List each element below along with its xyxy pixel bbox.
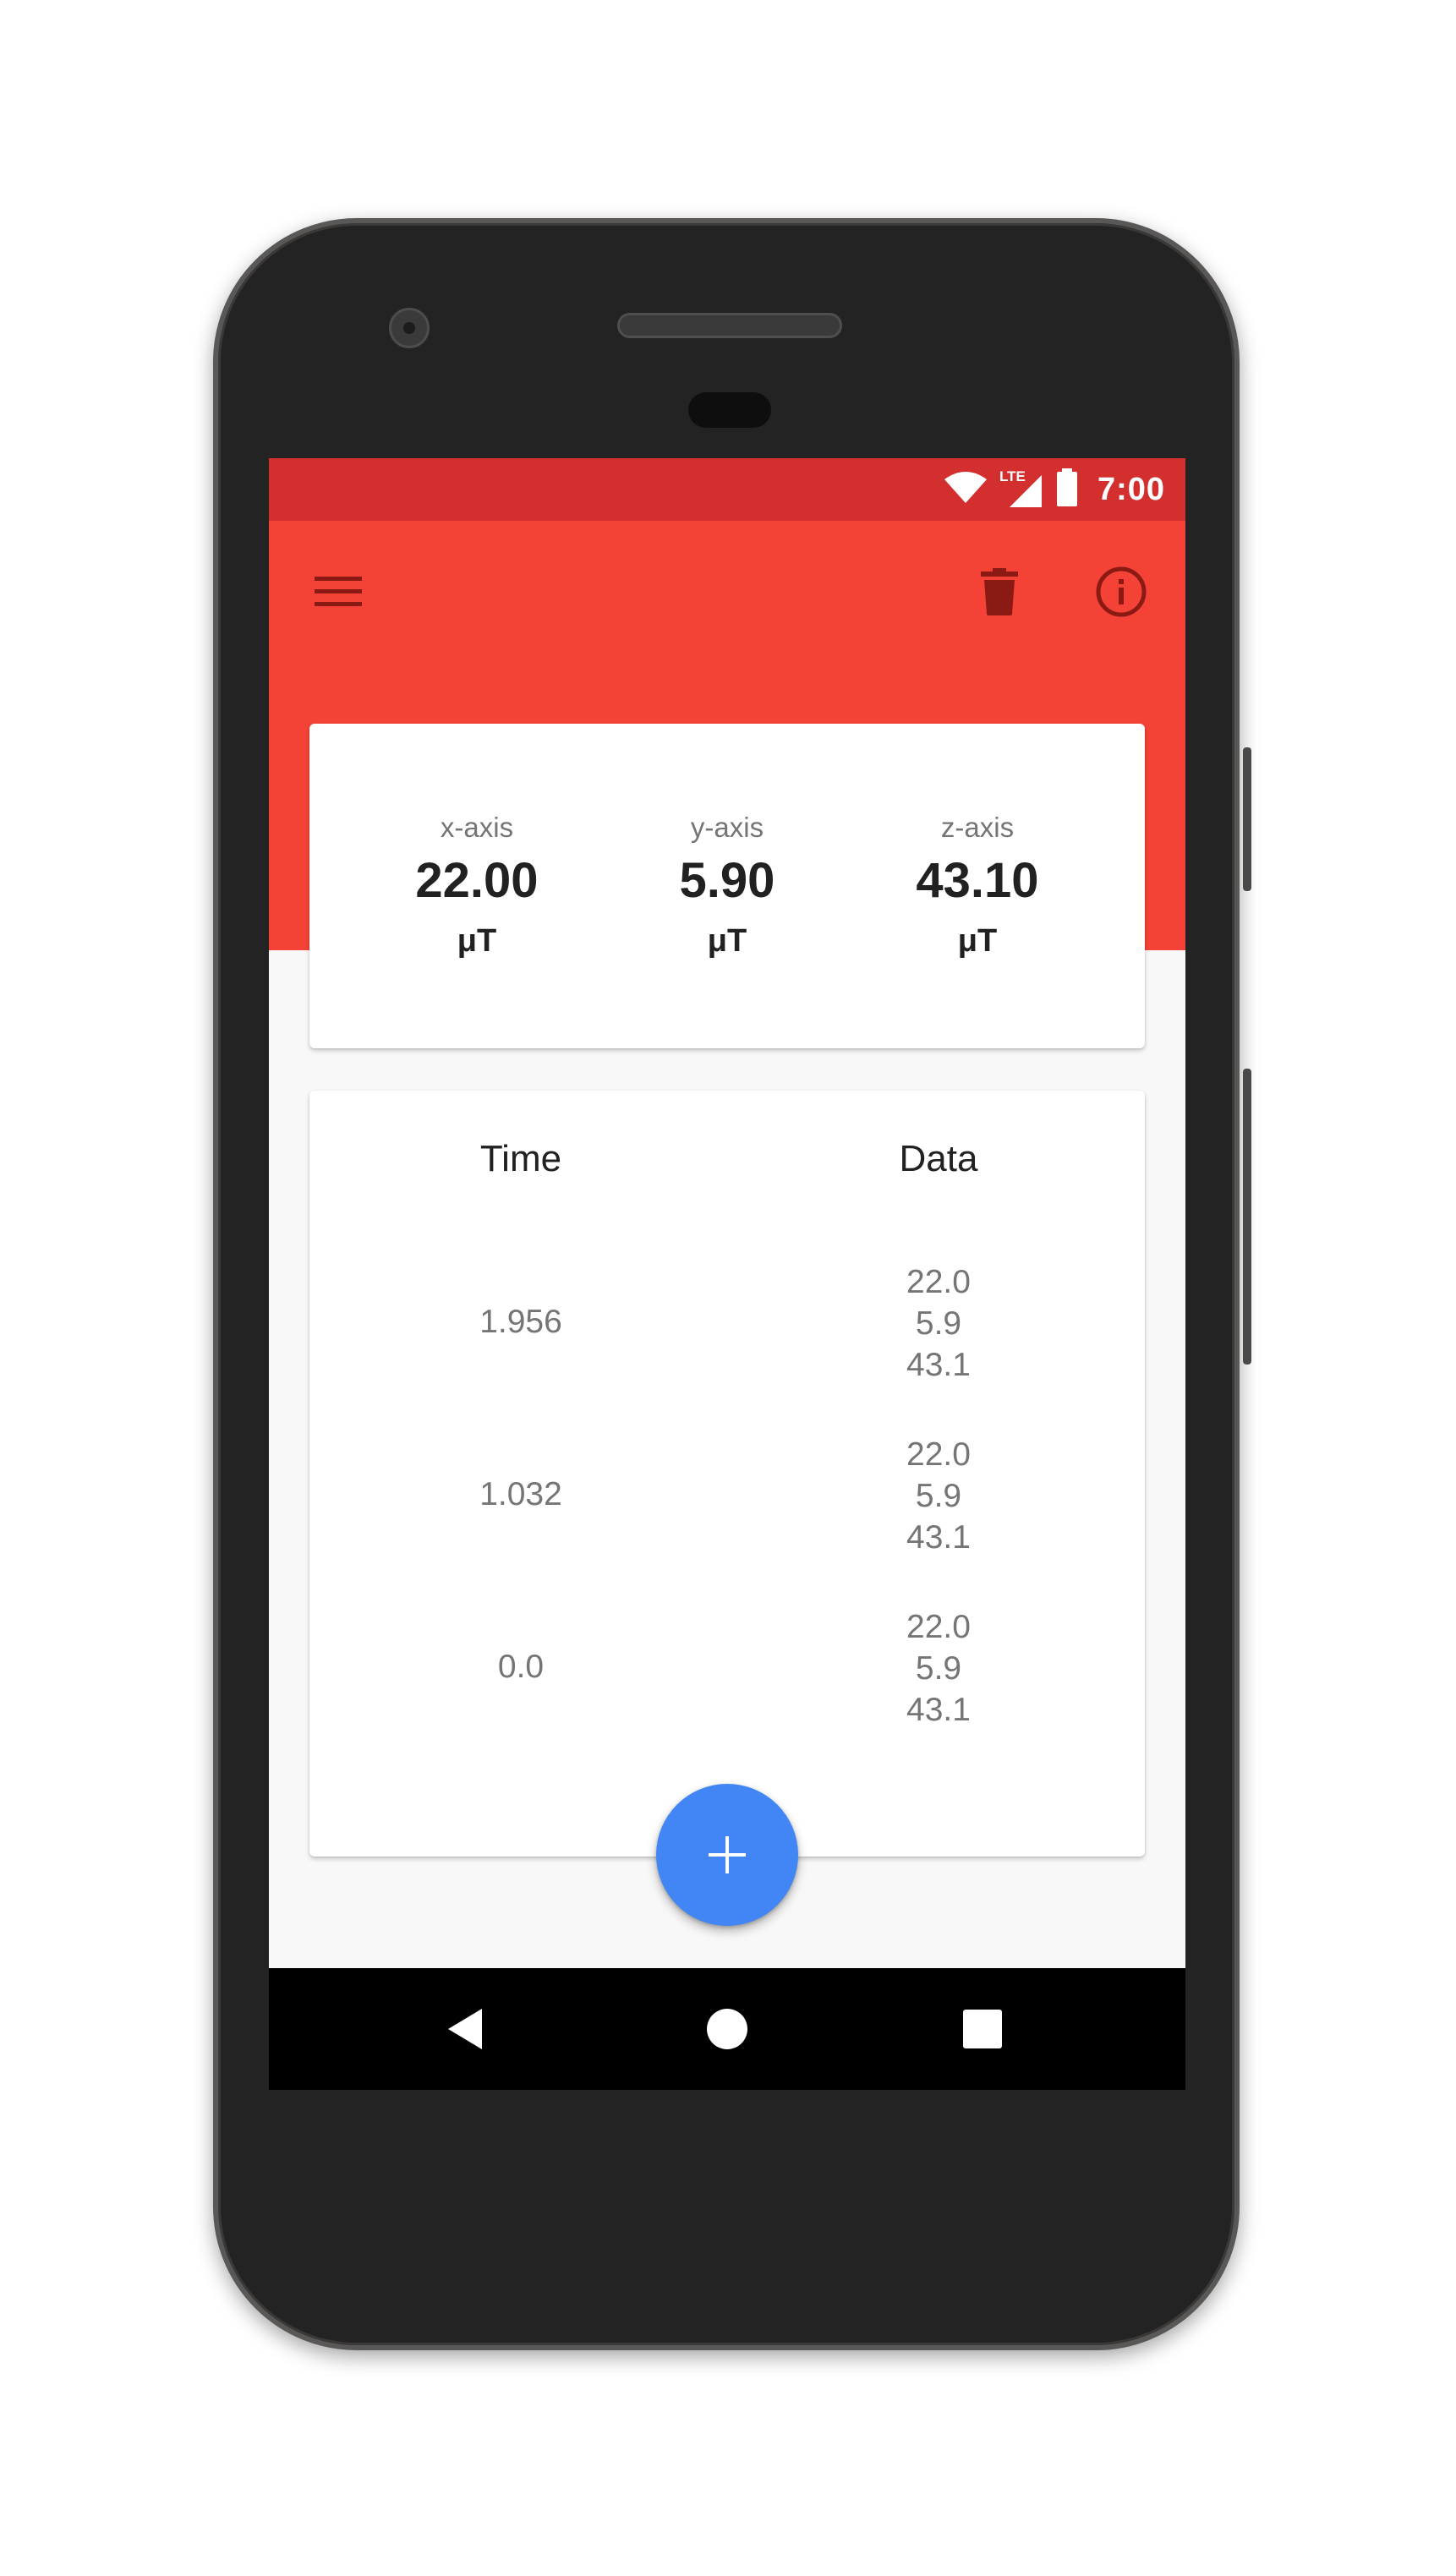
status-icons: LTE 7:00 xyxy=(944,468,1165,511)
time-cell: 0.0 xyxy=(497,1649,545,1685)
axis-unit: μT xyxy=(957,923,998,959)
cell-signal-icon: LTE xyxy=(999,468,1043,509)
log-table-card: Time Data 1.956 22.0 5.9 43.1 1.032 22.0… xyxy=(309,1091,1145,1857)
time-cell: 1.956 xyxy=(479,1304,562,1340)
time-cell: 1.032 xyxy=(479,1476,562,1512)
status-time: 7:00 xyxy=(1097,471,1165,507)
data-value-z: 43.1 xyxy=(906,1519,971,1556)
table-row: 1.032 22.0 5.9 43.1 xyxy=(309,1434,1145,1569)
axis-label: x-axis xyxy=(440,812,514,843)
time-column-header: Time xyxy=(479,1138,562,1179)
battery-icon xyxy=(1055,468,1079,511)
menu-icon[interactable] xyxy=(308,561,369,622)
data-value-z: 43.1 xyxy=(906,1347,971,1383)
axis-value: 22.00 xyxy=(415,853,539,908)
home-icon[interactable] xyxy=(697,1999,758,2059)
front-camera xyxy=(389,308,430,348)
data-value-y: 5.9 xyxy=(915,1650,962,1687)
data-cell: 22.0 5.9 43.1 xyxy=(812,1261,1065,1386)
data-value-y: 5.9 xyxy=(915,1305,962,1342)
axis-value: 43.10 xyxy=(916,853,1039,908)
earpiece-speaker xyxy=(617,313,842,338)
add-reading-button[interactable] xyxy=(656,1784,798,1926)
delete-icon[interactable] xyxy=(969,561,1030,622)
axis-label: y-axis xyxy=(690,812,764,843)
power-button xyxy=(1243,747,1251,891)
data-value-z: 43.1 xyxy=(906,1692,971,1728)
data-value-x: 22.0 xyxy=(906,1436,971,1473)
axis-unit: μT xyxy=(707,923,747,959)
recents-icon[interactable] xyxy=(952,1999,1013,2059)
app-screen: LTE 7:00 x-axis 22.00 μT y-axis 5.90 μT … xyxy=(269,458,1185,2090)
readings-card: x-axis 22.00 μT y-axis 5.90 μT z-axis 43… xyxy=(309,724,1145,1048)
add-icon xyxy=(709,1836,746,1873)
data-cell: 22.0 5.9 43.1 xyxy=(812,1434,1065,1558)
table-row: 0.0 22.0 5.9 43.1 xyxy=(309,1606,1145,1742)
system-nav-bar xyxy=(269,1968,1185,2090)
axis-value: 5.90 xyxy=(679,853,775,908)
axis-label: z-axis xyxy=(940,812,1015,843)
wifi-icon xyxy=(944,471,988,509)
back-icon[interactable] xyxy=(435,1999,495,2059)
status-bar: LTE 7:00 xyxy=(269,458,1185,521)
volume-button xyxy=(1243,1069,1251,1365)
info-icon[interactable] xyxy=(1091,561,1152,622)
data-value-x: 22.0 xyxy=(906,1609,971,1645)
axis-unit: μT xyxy=(457,923,497,959)
data-cell: 22.0 5.9 43.1 xyxy=(812,1606,1065,1731)
data-value-y: 5.9 xyxy=(915,1478,962,1514)
proximity-sensor xyxy=(688,392,771,428)
table-row: 1.956 22.0 5.9 43.1 xyxy=(309,1261,1145,1397)
data-column-header: Data xyxy=(899,1138,978,1179)
data-value-x: 22.0 xyxy=(906,1264,971,1300)
